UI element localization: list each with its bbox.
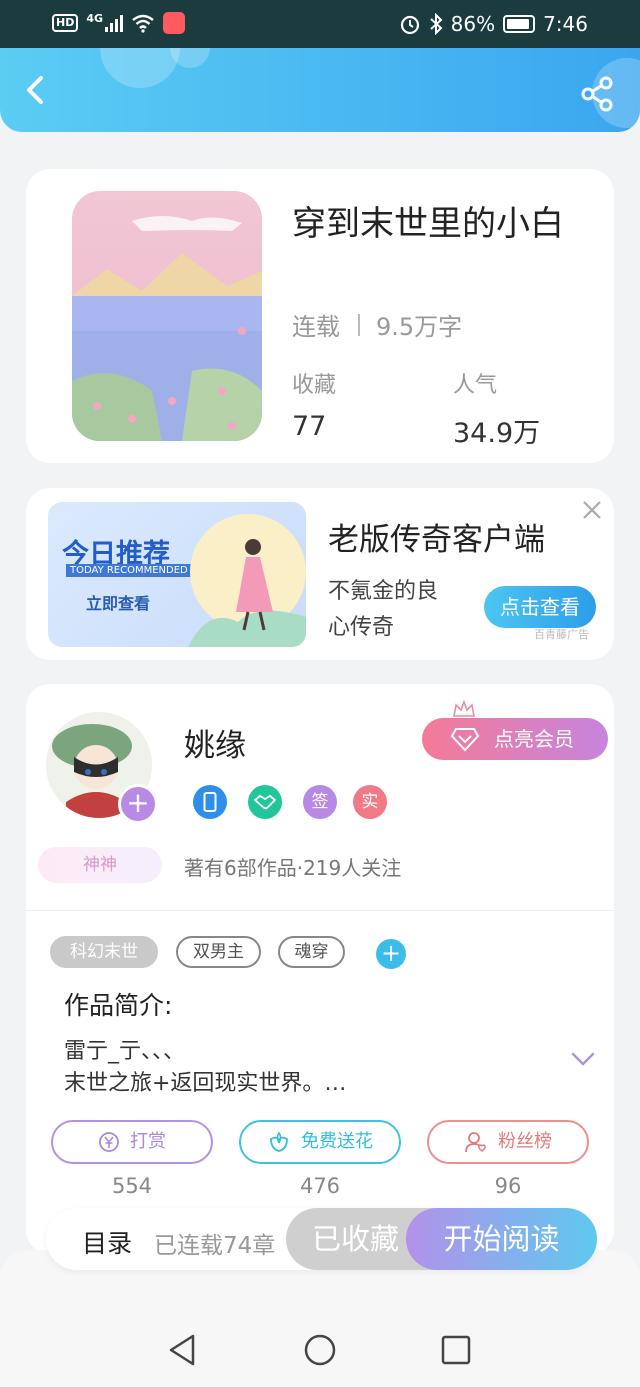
book-meta: 连载 9.5万字 [292, 307, 462, 342]
fan-rank-icon [465, 1132, 486, 1153]
bottom-action-bar: 目录 已连载74章 已收藏 开始阅读 [46, 1208, 597, 1270]
status-bar: HD 4G 86% 7:46 [0, 0, 640, 48]
ad-source: 百青藤广告 [534, 628, 589, 641]
tag-item[interactable]: 魂穿 [278, 936, 345, 968]
divider [26, 910, 614, 911]
book-info-card: 穿到末世里的小白 连载 9.5万字 收藏 77 人气 34.9万 [26, 169, 614, 463]
meta-divider [358, 313, 360, 336]
chevron-down-icon[interactable] [570, 1050, 596, 1068]
tip-label: 打赏 [130, 1131, 166, 1152]
popularity-label: 人气 [453, 373, 498, 398]
intro-title: 作品简介: [64, 991, 173, 1020]
wifi-icon [132, 14, 154, 33]
signal-icon [105, 14, 124, 32]
real-name-badge: 实 [353, 785, 387, 819]
status-right: 86% 7:46 [399, 12, 588, 36]
start-reading-button[interactable]: 开始阅读 [406, 1208, 597, 1270]
popularity-stat: 人气 34.9万 [453, 367, 540, 450]
nav-recents-icon[interactable] [436, 1330, 476, 1370]
close-icon[interactable] [580, 498, 604, 522]
cover-image [72, 191, 262, 441]
ad-image-cta: 立即查看 [86, 594, 151, 613]
tag-item[interactable]: 双男主 [176, 936, 261, 968]
back-icon[interactable] [16, 70, 56, 110]
status-left: HD 4G [52, 11, 186, 34]
tag-item[interactable]: 科幻末世 [50, 936, 158, 968]
nav-back-icon[interactable] [163, 1330, 203, 1370]
favorites-value: 77 [292, 411, 327, 442]
crown-icon [453, 700, 475, 717]
decor-bubble [100, 48, 180, 88]
ad-card[interactable]: 今日推荐 TODAY RECOMMENDED 立即查看 老版传奇客户端 不氪金的… [26, 488, 614, 660]
app-notification-icon [163, 12, 186, 34]
fan-rank-button[interactable]: 粉丝榜 [427, 1120, 589, 1164]
hd-badge: HD [52, 14, 79, 32]
ad-image-subtitle: TODAY RECOMMENDED [66, 564, 192, 577]
diamond-icon [450, 728, 480, 752]
author-name: 姚缘 [184, 728, 246, 764]
ad-illustration [188, 514, 306, 647]
favorites-stat: 收藏 77 [292, 367, 336, 442]
alarm-icon [400, 15, 419, 35]
book-cover[interactable] [72, 191, 262, 441]
partner-badge [248, 785, 282, 819]
network-type: 4G [86, 11, 104, 25]
ad-image[interactable]: 今日推荐 TODAY RECOMMENDED 立即查看 [48, 502, 306, 647]
favorites-label: 收藏 [292, 373, 337, 398]
toc-button[interactable]: 目录 [82, 1224, 132, 1260]
flower-icon [270, 1131, 288, 1152]
book-word-count: 9.5万字 [376, 313, 463, 341]
share-icon[interactable] [578, 74, 618, 114]
send-flower-button[interactable]: 免费送花 [239, 1120, 401, 1164]
author-stats: 著有6部作品·219人关注 [184, 856, 402, 880]
intro-text: 雷亍_亍、、、 末世之旅+返回现实世界。… [64, 1039, 347, 1096]
tip-count: 554 [111, 1174, 153, 1198]
author-rank-badge: 神神 [38, 847, 162, 883]
yen-coin-icon [99, 1132, 119, 1152]
send-flower-label: 免费送花 [301, 1131, 373, 1152]
add-tag-button[interactable]: + [376, 939, 406, 969]
author-card: + 姚缘 点亮会员 签 实 神神 著有6部作品·219人关注 科幻末世 双男主 … [26, 684, 614, 1254]
signed-badge: 签 [303, 785, 337, 819]
book-status: 连载 [292, 313, 340, 341]
ad-view-button[interactable]: 点击查看 [484, 586, 596, 628]
ad-description: 不氪金的良心传奇 [328, 579, 439, 640]
popularity-value: 34.9万 [453, 418, 541, 449]
follow-author-button[interactable]: + [118, 784, 158, 824]
tip-button[interactable]: 打赏 [51, 1120, 213, 1164]
battery-icon [503, 15, 536, 33]
ad-title: 老版传奇客户端 [328, 522, 545, 558]
flower-count: 476 [299, 1174, 341, 1198]
handshake-icon [253, 794, 277, 810]
fan-rank-count: 96 [494, 1174, 522, 1198]
phone-icon [203, 792, 217, 812]
battery-percent: 86% [450, 12, 496, 36]
book-title: 穿到末世里的小白 [292, 204, 564, 244]
top-header [0, 48, 640, 132]
system-nav-bar [0, 1250, 640, 1387]
bluetooth-icon [429, 13, 443, 35]
clock: 7:46 [543, 12, 588, 36]
fan-rank-label: 粉丝榜 [498, 1131, 552, 1152]
chapter-count[interactable]: 已连载74章 [154, 1226, 275, 1260]
phone-verified-badge [193, 785, 227, 819]
nav-home-icon[interactable] [300, 1330, 340, 1370]
